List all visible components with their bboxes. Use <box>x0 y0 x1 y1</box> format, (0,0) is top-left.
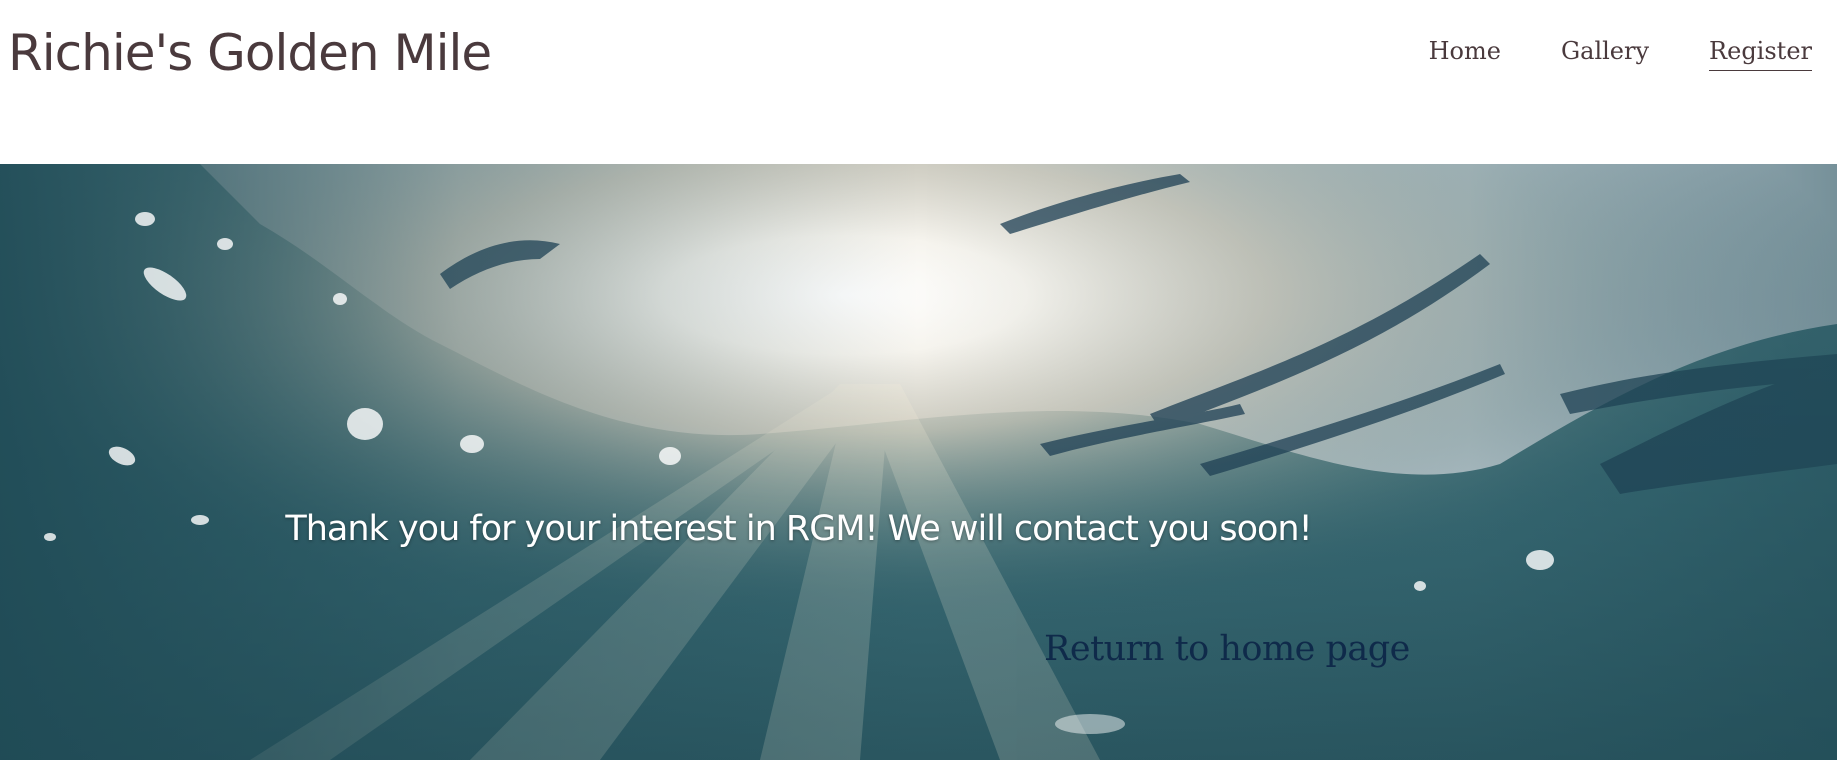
page: Richie's Golden Mile Home Gallery Regist… <box>0 0 1837 760</box>
nav-home-link[interactable]: Home <box>1429 34 1501 71</box>
nav-register-link[interactable]: Register <box>1709 34 1812 71</box>
hero-section: Thank you for your interest in RGM! We w… <box>0 164 1837 760</box>
underwater-background-image <box>0 164 1837 760</box>
site-title[interactable]: Richie's Golden Mile <box>8 22 492 84</box>
thank-you-message: Thank you for your interest in RGM! We w… <box>285 509 1312 549</box>
return-home-link[interactable]: Return to home page <box>1044 629 1410 669</box>
site-header: Richie's Golden Mile Home Gallery Regist… <box>0 0 1837 164</box>
nav-gallery-link[interactable]: Gallery <box>1561 34 1649 71</box>
main-nav: Home Gallery Register <box>1429 34 1812 71</box>
